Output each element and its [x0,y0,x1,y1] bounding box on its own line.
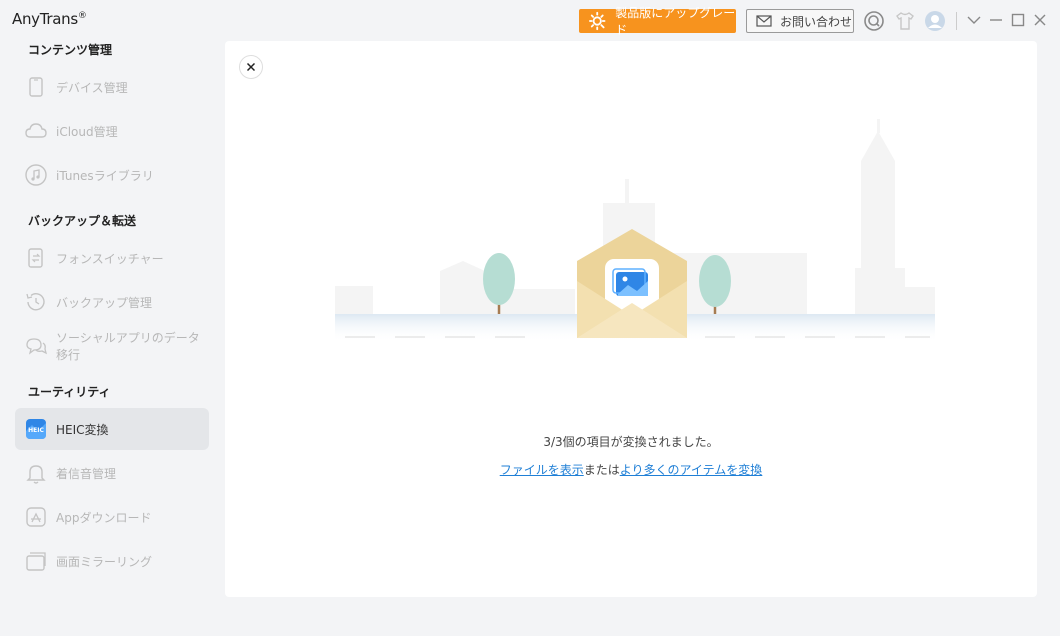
sidebar-item-app-download[interactable]: Appダウンロード [15,496,209,538]
sidebar-item-social-transfer[interactable]: ソーシャルアプリのデータ移行 [15,325,209,367]
section-header-utility: ユーティリティ [28,385,111,399]
main-panel: 3/3個の項目が変換されました。 ファイルを表示またはより多くのアイテムを変換 [225,41,1037,597]
sidebar-item-label: 画面ミラーリング [56,554,153,569]
sidebar-item-label: iTunesライブラリ [56,168,154,183]
conversion-complete-illustration [335,119,935,342]
search-icon[interactable] [863,10,885,32]
sidebar-item-phone-switcher[interactable]: フォンスイッチャー [15,237,209,279]
close-window-icon[interactable] [1032,12,1048,28]
close-button[interactable] [239,55,263,79]
convert-more-link[interactable]: より多くのアイテムを変換 [620,463,763,477]
close-icon [246,62,256,72]
sidebar-item-label: Appダウンロード [56,510,152,525]
sun-icon [589,11,606,31]
sidebar-item-heic[interactable]: HEIC HEIC変換 [15,408,209,450]
screen-mirror-icon [26,552,46,571]
device-icon [29,77,43,97]
mail-icon [756,15,772,27]
heic-icon: HEIC [26,419,46,439]
sidebar-item-label: HEIC変換 [56,422,109,437]
cloud-icon [25,123,47,138]
sidebar-item-device[interactable]: デバイス管理 [15,66,209,108]
upgrade-button[interactable]: 製品版にアップグレード [579,6,736,37]
bell-icon [26,465,46,484]
phone-switch-icon [28,248,43,268]
sidebar-item-label: 着信音管理 [56,466,117,481]
chat-bubbles-icon [26,338,47,355]
minimize-icon[interactable] [988,12,1004,28]
app-name: AnyTrans [12,10,78,28]
show-files-link[interactable]: ファイルを表示 [500,463,584,477]
backup-clock-icon [26,293,45,311]
result-links: ファイルを表示またはより多くのアイテムを変換 [225,461,1037,478]
title-bar: AnyTrans® 製品版にアップグレード お問い合わせ [0,0,1060,40]
maximize-icon[interactable] [1010,12,1026,28]
sidebar-item-label: iCloud管理 [56,124,118,139]
section-header-backup: バックアップ＆転送 [28,214,137,228]
sidebar-item-screen-mirror[interactable]: 画面ミラーリング [15,540,209,582]
or-text: または [583,463,620,477]
sidebar-item-label: デバイス管理 [56,80,128,95]
sidebar-item-label: バックアップ管理 [56,295,153,310]
trademark-symbol: ® [77,11,87,21]
section-header-content: コンテンツ管理 [28,43,113,57]
sidebar-item-label: フォンスイッチャー [56,251,164,266]
sidebar-item-ringtone[interactable]: 着信音管理 [15,452,209,494]
app-title: AnyTrans® [12,10,87,28]
conversion-result-text: 3/3個の項目が変換されました。 [543,435,719,449]
contact-label: お問い合わせ [780,14,853,29]
sidebar-item-itunes[interactable]: iTunesライブラリ [15,154,209,196]
sidebar: コンテンツ管理 デバイス管理 iCloud管理 iTunesライブラリ バックア… [0,40,224,636]
app-store-icon [26,507,46,527]
sidebar-item-icloud[interactable]: iCloud管理 [15,110,209,152]
sidebar-item-backup-manager[interactable]: バックアップ管理 [15,281,209,323]
chevron-down-icon[interactable] [966,12,982,28]
tshirt-icon[interactable] [894,10,916,32]
avatar-icon[interactable] [924,10,946,32]
heic-badge-text: HEIC [28,427,44,434]
music-icon [25,164,47,186]
toolbar-divider [956,12,957,30]
sidebar-item-label: ソーシャルアプリのデータ移行 [56,331,200,362]
contact-button[interactable]: お問い合わせ [746,9,854,33]
upgrade-label: 製品版にアップグレード [615,6,736,37]
